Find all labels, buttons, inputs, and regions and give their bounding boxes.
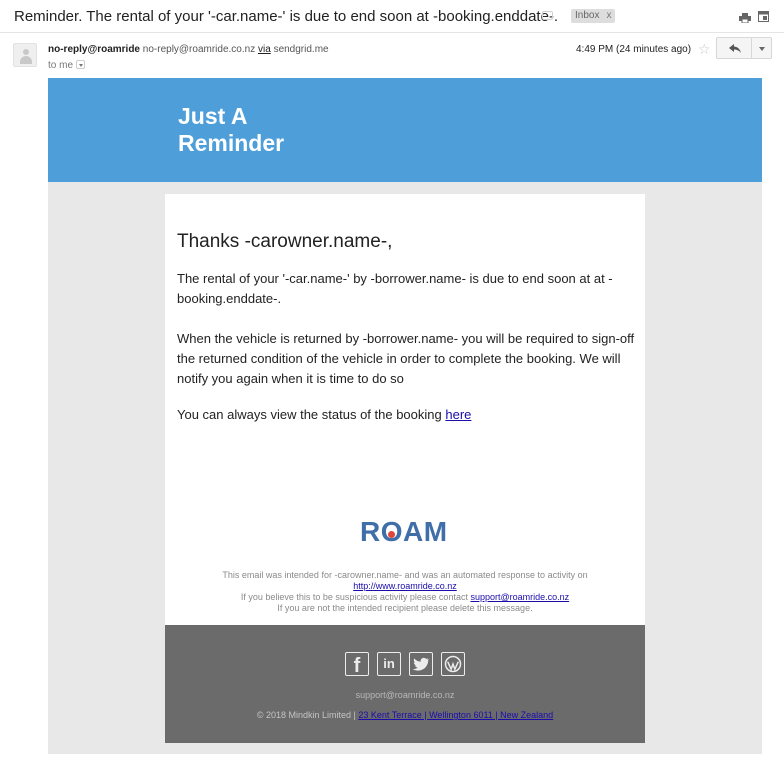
paragraph-view-status: You can always view the status of the bo… — [177, 405, 639, 425]
logo-letter-o: O — [381, 516, 403, 548]
reply-arrow-icon — [729, 44, 741, 53]
sender-header: no-reply@roamride no-reply@roamride.co.n… — [0, 32, 784, 78]
twitter-icon[interactable] — [409, 652, 433, 676]
website-link[interactable]: http://www.roamride.co.nz — [353, 581, 457, 591]
view-status-text: You can always view the status of the bo… — [177, 407, 442, 422]
footnote-not-recipient: If you are not the intended recipient pl… — [277, 603, 533, 613]
subject-row: Reminder. The rental of your '-car.name-… — [0, 0, 784, 32]
avatar-body-shape — [20, 56, 32, 64]
timestamp: 4:49 PM (24 minutes ago) — [576, 44, 692, 55]
sender-name[interactable]: no-reply@roamride — [48, 44, 140, 55]
banner-title: Just A Reminder — [178, 103, 285, 156]
logo-letter-r: R — [360, 516, 381, 547]
star-icon[interactable]: ☆ — [698, 42, 711, 56]
sender-email: no-reply@roamride.co.nz — [142, 44, 256, 55]
booking-status-link[interactable]: here — [445, 407, 471, 422]
inbox-label-chip[interactable]: Inbox x — [571, 9, 616, 23]
footer-support-email: support@roamride.co.nz — [355, 690, 455, 700]
sender-line: no-reply@roamride no-reply@roamride.co.n… — [48, 44, 329, 55]
avatar — [13, 43, 37, 67]
paragraph-rental-ending: The rental of your '-car.name-' by -borr… — [177, 271, 613, 306]
reply-button[interactable] — [716, 37, 752, 59]
inbox-label-text: Inbox — [575, 10, 600, 21]
paragraph-sign-off: When the vehicle is returned by -borrowe… — [177, 331, 635, 386]
linkedin-icon[interactable]: in — [377, 652, 401, 676]
footnote-suspicious-activity: If you believe this to be suspicious act… — [165, 592, 645, 603]
print-icon[interactable] — [739, 10, 751, 24]
important-marker-icon[interactable] — [542, 11, 553, 20]
email-footer: f in support@roamride.co.nz © 2018 Mindk… — [165, 625, 645, 743]
address-link[interactable]: 23 Kent Terrace | Wellington 6011 | New … — [358, 710, 553, 720]
show-details-dropdown[interactable] — [76, 59, 86, 69]
email-content-card: Thanks -carowner.name-, The rental of yo… — [165, 194, 645, 625]
more-actions-dropdown[interactable] — [752, 37, 772, 59]
email-banner: Just A Reminder — [48, 78, 762, 182]
footer-copyright: © 2018 Mindkin Limited | 23 Kent Terrace… — [165, 710, 645, 720]
facebook-icon[interactable]: f — [345, 652, 369, 677]
recipient-text: to me — [48, 60, 74, 71]
recipient-line: to me — [48, 59, 86, 71]
via-link[interactable]: via — [258, 44, 271, 55]
new-window-icon[interactable] — [758, 9, 769, 22]
greeting: Thanks -carowner.name-, — [177, 231, 393, 252]
roam-logo: ROAM — [360, 516, 448, 548]
email-subject: Reminder. The rental of your '-car.name-… — [14, 8, 559, 25]
copyright-text: © 2018 Mindkin Limited | — [256, 710, 356, 720]
suspicious-activity-text: If you believe this to be suspicious act… — [240, 592, 468, 602]
avatar-head-shape — [23, 49, 29, 55]
logo-pin-dot — [387, 531, 395, 538]
footnote-website-line: http://www.roamride.co.nz — [165, 581, 645, 592]
footnote-intended-for: This email was intended for -carowner.na… — [222, 570, 588, 580]
remove-label-button[interactable]: x — [606, 10, 611, 21]
via-domain: sendgrid.me — [273, 44, 329, 55]
wordpress-icon[interactable] — [441, 652, 465, 676]
logo-letters-am: AM — [403, 516, 448, 547]
support-email-link[interactable]: support@roamride.co.nz — [470, 592, 569, 602]
